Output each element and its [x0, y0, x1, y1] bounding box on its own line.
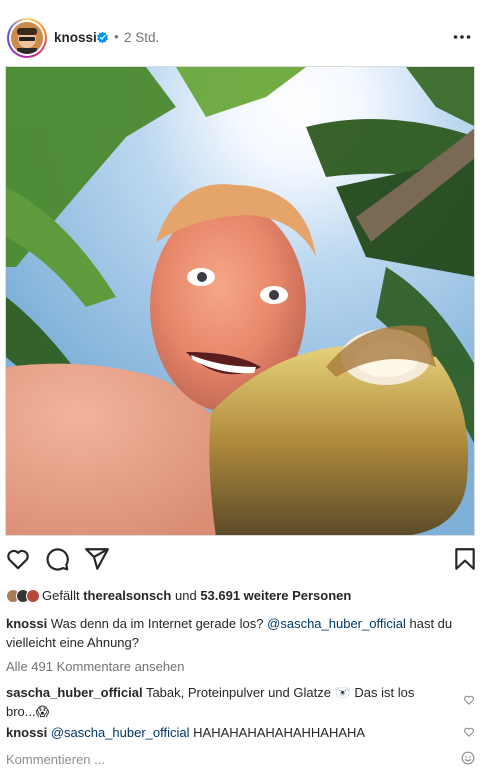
likes-count[interactable]: 53.691 weitere Personen: [200, 588, 351, 603]
likes-prefix: Gefällt: [42, 588, 80, 603]
likes-summary[interactable]: Gefällt therealsonsch und 53.691 weitere…: [6, 588, 351, 603]
story-ring[interactable]: [7, 18, 47, 58]
post-username[interactable]: knossi: [54, 30, 97, 45]
more-options-icon[interactable]: [452, 27, 472, 47]
verified-badge-icon: [96, 31, 109, 44]
liker-avatar: [26, 588, 40, 603]
caption-username[interactable]: knossi: [6, 616, 47, 631]
comment-username[interactable]: sascha_huber_official: [6, 685, 143, 700]
likes-middle: und: [174, 588, 197, 603]
comment-icon[interactable]: [44, 546, 70, 572]
comment-item: sascha_huber_official Tabak, Proteinpulv…: [6, 683, 446, 721]
comment-text: HAHAHAHAHAHAHHAHAHA: [193, 725, 366, 740]
post-header: knossi • 2 Std.: [0, 0, 487, 64]
separator-dot: •: [114, 29, 119, 44]
post-image: [6, 67, 474, 535]
post-caption: knossi Was denn da im Internet gerade lo…: [6, 614, 476, 652]
liker-avatars: [6, 588, 40, 603]
comment-like-heart-icon[interactable]: [463, 726, 475, 738]
bookmark-icon[interactable]: [452, 546, 478, 572]
post-time[interactable]: 2 Std.: [124, 30, 159, 45]
caption-text-before: Was denn da im Internet gerade los?: [50, 616, 264, 631]
avatar: [11, 22, 43, 54]
comment-item: knossi @sascha_huber_official HAHAHAHAHA…: [6, 723, 446, 742]
action-bar: [0, 546, 487, 574]
post-photo[interactable]: [5, 66, 475, 536]
avatar-image: [11, 22, 43, 54]
comment-mention[interactable]: @sascha_huber_official: [51, 725, 190, 740]
comment-like-heart-icon[interactable]: [463, 694, 475, 706]
likes-user[interactable]: therealsonsch: [83, 588, 171, 603]
add-comment-input[interactable]: Kommentieren ...: [6, 752, 105, 767]
emoji-icon[interactable]: [461, 751, 475, 765]
comment-username[interactable]: knossi: [6, 725, 47, 740]
heart-icon[interactable]: [5, 546, 31, 572]
view-all-comments-link[interactable]: Alle 491 Kommentare ansehen: [6, 659, 185, 674]
caption-mention[interactable]: @sascha_huber_official: [267, 616, 406, 631]
share-icon[interactable]: [84, 546, 110, 572]
